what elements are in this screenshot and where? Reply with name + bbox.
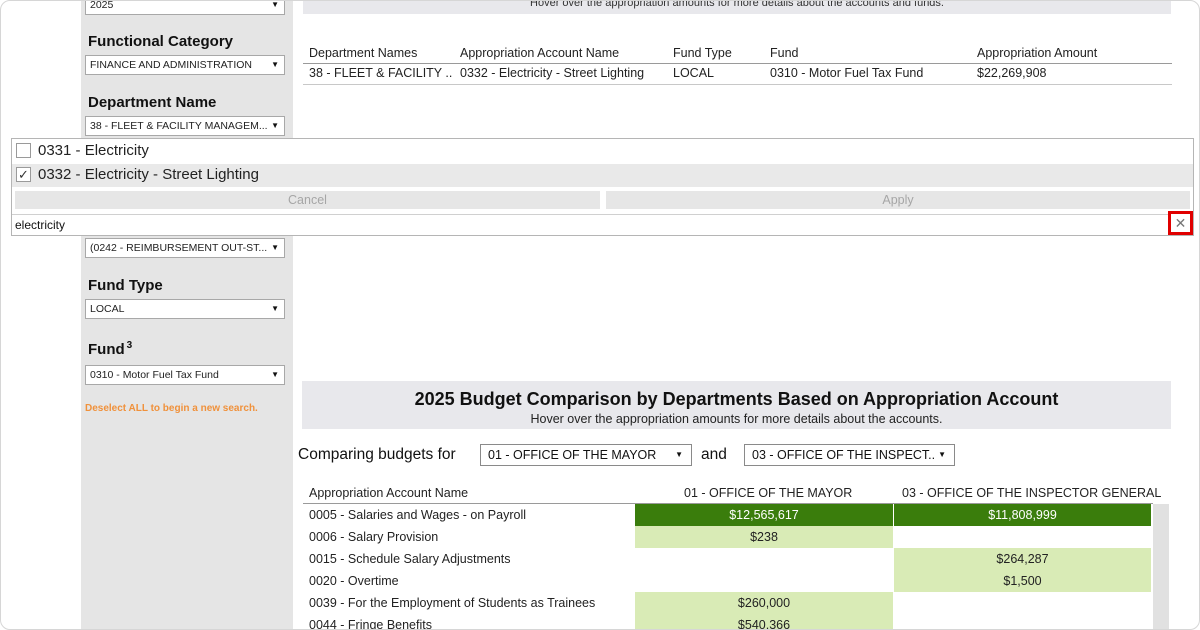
- dropdown-option-0331[interactable]: 0331 - Electricity: [12, 140, 1193, 163]
- row-account-name: 0005 - Salaries and Wages - on Payroll: [309, 508, 527, 522]
- appropriation-account-dropdown: 0331 - Electricity ✓ 0332 - Electricity …: [11, 138, 1194, 236]
- results-banner: Hover over the appropriation amounts for…: [303, 1, 1171, 14]
- appropriation-account-select[interactable]: (0242 - REIMBURSEMENT OUT-ST... ▼: [85, 238, 285, 258]
- fund-label-text: Fund: [88, 341, 125, 358]
- row-department-1-amount: [635, 570, 893, 592]
- row-department-2-amount: [894, 614, 1151, 629]
- fund-type-value: LOCAL: [90, 303, 125, 315]
- comparison-table-header: Appropriation Account Name 01 - OFFICE O…: [303, 482, 1161, 504]
- header-department-2: 03 - OFFICE OF THE INSPECTOR GENERAL: [902, 486, 1162, 500]
- appropriation-account-value: (0242 - REIMBURSEMENT OUT-ST...: [90, 242, 268, 254]
- chevron-down-icon: ▼: [938, 450, 946, 459]
- cell-fund: 0310 - Motor Fuel Tax Fund: [770, 66, 924, 80]
- table-row: 38 - FLEET & FACILITY .. 0332 - Electric…: [303, 64, 1172, 85]
- header-appropriation-account-name: Appropriation Account Name: [460, 46, 620, 60]
- row-account-name: 0006 - Salary Provision: [309, 530, 439, 544]
- table-row: 0006 - Salary Provision $238: [303, 526, 1153, 548]
- row-account-name: 0015 - Schedule Salary Adjustments: [309, 552, 511, 566]
- department-name-label: Department Name: [88, 94, 217, 111]
- cancel-button[interactable]: Cancel: [15, 191, 600, 209]
- cell-fund-type: LOCAL: [673, 66, 714, 80]
- fund-type-label: Fund Type: [88, 277, 163, 294]
- apply-button[interactable]: Apply: [606, 191, 1190, 209]
- checkbox-checked[interactable]: ✓: [16, 167, 31, 182]
- comparison-title: 2025 Budget Comparison by Departments Ba…: [414, 389, 1059, 409]
- cell-appropriation-account: 0332 - Electricity - Street Lighting: [460, 66, 645, 80]
- comparison-table: Appropriation Account Name 01 - OFFICE O…: [303, 482, 1161, 630]
- table-row: 0044 - Fringe Benefits $540,366: [303, 614, 1153, 630]
- comparison-banner: 2025 Budget Comparison by Departments Ba…: [302, 381, 1171, 429]
- header-department-names: Department Names: [309, 46, 418, 60]
- dropdown-option-0332[interactable]: ✓ 0332 - Electricity - Street Lighting: [12, 164, 1193, 187]
- results-table: Department Names Appropriation Account N…: [303, 44, 1172, 85]
- row-department-1-amount[interactable]: $238: [635, 526, 893, 548]
- dropdown-option-label: 0332 - Electricity - Street Lighting: [38, 166, 259, 183]
- functional-category-label: Functional Category: [88, 33, 234, 50]
- chevron-down-icon: ▼: [271, 0, 279, 9]
- fund-footnote: 3: [126, 340, 133, 351]
- row-department-1-amount[interactable]: $260,000: [635, 592, 893, 614]
- row-account-name: 0020 - Overtime: [309, 574, 399, 588]
- header-department-1: 01 - OFFICE OF THE MAYOR: [684, 486, 853, 500]
- chevron-down-icon: ▼: [271, 121, 279, 130]
- page-frame: 2025 ▼ Functional Category FINANCE AND A…: [0, 0, 1200, 630]
- clear-search-button[interactable]: ✕: [1168, 211, 1193, 235]
- row-department-1-amount: [635, 548, 893, 570]
- year-select[interactable]: 2025 ▼: [85, 0, 285, 15]
- department-2-select[interactable]: 03 - OFFICE OF THE INSPECT.. ▼: [744, 444, 955, 466]
- row-department-2-amount[interactable]: $11,808,999: [894, 504, 1151, 526]
- table-row: 0005 - Salaries and Wages - on Payroll $…: [303, 504, 1153, 526]
- chevron-down-icon: ▼: [271, 370, 279, 379]
- fund-type-select[interactable]: LOCAL ▼: [85, 299, 285, 319]
- chevron-down-icon: ▼: [675, 450, 683, 459]
- close-icon: ✕: [1174, 215, 1187, 231]
- results-banner-text: Hover over the appropriation amounts for…: [530, 1, 944, 9]
- fund-select[interactable]: 0310 - Motor Fuel Tax Fund ▼: [85, 365, 285, 385]
- fund-label: Fund 3: [88, 340, 132, 358]
- cell-department: 38 - FLEET & FACILITY ..: [309, 66, 453, 80]
- functional-category-value: FINANCE AND ADMINISTRATION: [90, 59, 252, 71]
- cell-appropriation-amount[interactable]: $22,269,908: [977, 66, 1047, 80]
- row-department-2-amount[interactable]: $264,287: [894, 548, 1151, 570]
- department-1-value: 01 - OFFICE OF THE MAYOR: [488, 448, 657, 462]
- header-fund-type: Fund Type: [673, 46, 732, 60]
- chevron-down-icon: ▼: [271, 243, 279, 252]
- row-department-2-amount[interactable]: $1,500: [894, 570, 1151, 592]
- department-1-select[interactable]: 01 - OFFICE OF THE MAYOR ▼: [480, 444, 692, 466]
- checkbox-unchecked[interactable]: [16, 143, 31, 158]
- dropdown-search-input[interactable]: electricity: [12, 214, 1170, 236]
- department-2-value: 03 - OFFICE OF THE INSPECT..: [752, 448, 936, 462]
- header-appropriation-account-name: Appropriation Account Name: [309, 486, 469, 500]
- header-appropriation-amount: Appropriation Amount: [977, 46, 1098, 60]
- table-scrollbar[interactable]: [1153, 504, 1169, 629]
- header-fund: Fund: [770, 46, 799, 60]
- comparison-subtitle: Hover over the appropriation amounts for…: [530, 412, 943, 426]
- chevron-down-icon: ▼: [271, 304, 279, 313]
- dropdown-option-label: 0331 - Electricity: [38, 142, 149, 159]
- table-row: 0039 - For the Employment of Students as…: [303, 592, 1153, 614]
- functional-category-select[interactable]: FINANCE AND ADMINISTRATION ▼: [85, 55, 285, 75]
- chevron-down-icon: ▼: [271, 60, 279, 69]
- row-department-1-amount[interactable]: $540,366: [635, 614, 893, 629]
- and-label: and: [701, 446, 727, 463]
- results-table-header: Department Names Appropriation Account N…: [303, 44, 1172, 64]
- year-select-value: 2025: [90, 0, 114, 11]
- table-row: 0015 - Schedule Salary Adjustments $264,…: [303, 548, 1153, 570]
- table-row: 0020 - Overtime $1,500: [303, 570, 1153, 592]
- row-account-name: 0044 - Fringe Benefits: [309, 618, 432, 630]
- comparing-label: Comparing budgets for: [298, 446, 456, 463]
- row-department-2-amount: [894, 526, 1151, 548]
- department-name-value: 38 - FLEET & FACILITY MANAGEM...: [90, 120, 268, 132]
- deselect-all-link[interactable]: Deselect ALL to begin a new search.: [85, 403, 258, 414]
- row-account-name: 0039 - For the Employment of Students as…: [309, 596, 596, 610]
- row-department-1-amount[interactable]: $12,565,617: [635, 504, 893, 526]
- row-department-2-amount: [894, 592, 1151, 614]
- department-name-select[interactable]: 38 - FLEET & FACILITY MANAGEM... ▼: [85, 116, 285, 136]
- fund-value: 0310 - Motor Fuel Tax Fund: [90, 369, 219, 381]
